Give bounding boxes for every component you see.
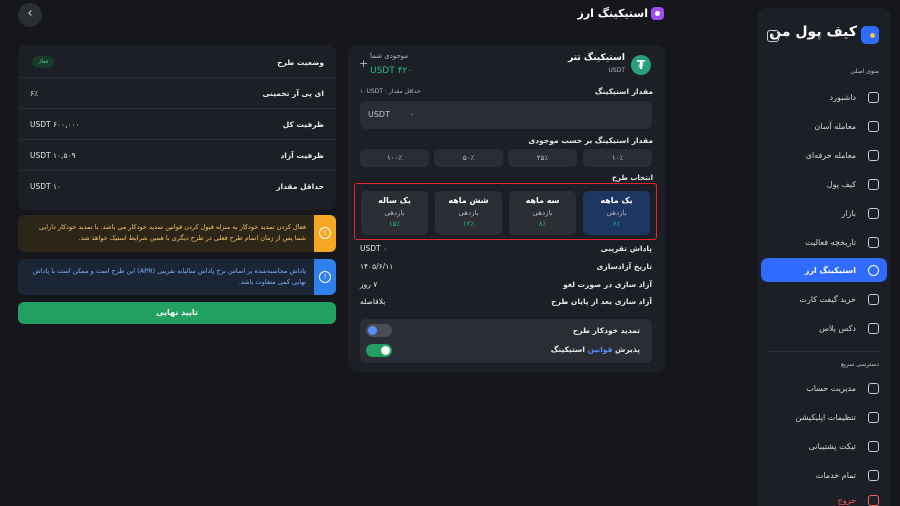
sidebar-item-logout[interactable]: خروج <box>761 488 887 506</box>
support-ticket-icon <box>868 440 879 452</box>
plan-one-year[interactable]: یک ساله بازدهی ۱۵٪ <box>361 191 428 235</box>
add-balance-button[interactable]: + <box>359 57 368 70</box>
sidebar-collapse-button[interactable]: › <box>767 30 779 42</box>
amount-label: مقدار استیکینگ <box>594 87 653 96</box>
plan-six-month[interactable]: شش ماهه بازدهی ۱۲٪ <box>435 191 502 235</box>
account-icon <box>868 382 879 394</box>
sidebar-item-pro-trade[interactable]: معامله حرفه‌ای <box>761 143 887 167</box>
services-icon <box>868 469 879 481</box>
quick-access-label: دسترسی سریع <box>841 361 879 368</box>
settings-icon <box>868 411 879 423</box>
back-button[interactable]: ‹ <box>18 3 42 27</box>
percent-50-button[interactable]: ۵۰٪ <box>434 149 503 167</box>
summary-row-apr: ای پی آر تخمینی ۶٪ <box>18 78 336 109</box>
plan-three-month[interactable]: سه ماهه بازدهی ۸٪ <box>509 191 576 235</box>
balance-label: موجودی شما <box>370 52 409 60</box>
percent-100-button[interactable]: ۱۰۰٪ <box>360 149 429 167</box>
gift-card-icon <box>868 293 879 305</box>
info-text: پاداش محاسبه‌شده بر اساس نرخ پاداش سالیا… <box>32 267 306 286</box>
summary-row-free-capacity: ظرفیت آزاد ۱۰,۵۰۹ USDT <box>18 140 336 171</box>
plan-one-month[interactable]: یک ماهه بازدهی ۶٪ <box>583 191 650 235</box>
info-row-release-date: تاریخ آزادسازی ۱۴۰۵/۶/۱۱ <box>360 262 652 271</box>
dashboard-icon <box>868 91 879 103</box>
percent-25-button[interactable]: ۲۵٪ <box>508 149 577 167</box>
info-strip: ! <box>314 259 336 295</box>
plan-summary-panel: وضعیت طرح فعال ای پی آر تخمینی ۶٪ ظرفیت … <box>18 45 336 210</box>
auto-renew-warning: ! فعال کردن تمدید خودکار به منزله قبول ک… <box>18 215 336 252</box>
percent-10-button[interactable]: ۱۰٪ <box>583 149 652 167</box>
sidebar-item-support[interactable]: تیکت پشتیبانی <box>761 434 887 458</box>
sidebar-item-account[interactable]: مدیریت حساب <box>761 376 887 400</box>
easy-trade-icon <box>868 120 879 132</box>
rules-link[interactable]: قوانین <box>588 345 613 354</box>
auto-renew-toggle[interactable] <box>366 324 392 337</box>
tether-icon: ₮ <box>631 55 651 75</box>
confirm-button[interactable]: تایید نهایی <box>18 302 336 324</box>
balance-value: ۴۲۰ USDT <box>370 66 413 76</box>
main-menu-label: منوی اصلی <box>850 68 879 75</box>
staking-title-icon <box>651 7 664 20</box>
coin-name: استیکینگ تتر <box>568 53 625 63</box>
sidebar-item-easy-trade[interactable]: معامله آسان <box>761 114 887 138</box>
status-badge: فعال <box>32 56 54 68</box>
summary-row-min-amount: حداقل مقدار ۱۰ USDT <box>30 182 324 191</box>
sidebar-item-staking[interactable]: استیکینگ ارز <box>761 258 887 282</box>
staking-icon <box>868 264 879 276</box>
logout-icon <box>868 494 879 506</box>
staking-form-panel: ₮ استیکینگ تتر USDT موجودی شما ۴۲۰ USDT … <box>348 45 665 372</box>
info-row-end-release: آزاد سازی بعد از پایان طرح بلافاصله <box>360 297 652 306</box>
info-row-cancel-release: آزاد سازی در صورت لغو ۷ روز <box>360 280 652 289</box>
sidebar-item-settings[interactable]: تنظیمات اپلیکیشن <box>761 405 887 429</box>
sidebar-item-market[interactable]: بازار <box>761 201 887 225</box>
toggle-knob <box>368 326 377 335</box>
market-icon <box>868 207 879 219</box>
dex-plus-icon <box>868 322 879 334</box>
coin-symbol: USDT <box>608 67 626 74</box>
accept-rules-label: پذیرش قوانین استیکینگ <box>550 345 640 354</box>
history-icon <box>868 236 879 248</box>
summary-row-total-capacity: ظرفیت کل ۶۰۰,۰۰۰ USDT <box>18 109 336 140</box>
wallet-icon <box>868 178 879 190</box>
sidebar-item-gift-card[interactable]: خرید گیفت کارت <box>761 287 887 311</box>
options-box: تمدید خودکار طرح پذیرش قوانین استیکینگ <box>360 319 652 363</box>
amount-input[interactable]: USDT ۰ <box>360 101 652 129</box>
plan-label: انتخاب طرح <box>611 174 653 182</box>
info-row-reward: پاداش تقریبی ۰ USDT <box>360 244 652 253</box>
sidebar-item-dex-plus[interactable]: دکس پلاس <box>761 316 887 340</box>
sidebar-item-dashboard[interactable]: داشبورد <box>761 85 887 109</box>
sidebar: کیف پول من › منوی اصلی داشبورد معامله آس… <box>757 8 891 506</box>
sidebar-divider <box>767 351 881 352</box>
info-icon: ! <box>319 271 331 283</box>
reward-info-alert: ! پاداش محاسبه‌شده بر اساس نرخ پاداش سال… <box>18 259 336 295</box>
sidebar-item-wallet[interactable]: کیف پول <box>761 172 887 196</box>
page-title: استیکینگ ارز <box>577 7 648 20</box>
sidebar-item-services[interactable]: تمام خدمات <box>761 463 887 487</box>
accept-rules-toggle[interactable] <box>366 344 392 357</box>
sidebar-item-history[interactable]: تاریخچه فعالیت <box>761 230 887 254</box>
logo-text: کیف پول من <box>769 24 857 40</box>
toggle-knob <box>381 346 390 355</box>
percent-label: مقدار استیکینگ بر حسب موجودی <box>528 136 653 145</box>
input-value: ۰ <box>410 110 415 119</box>
warning-icon: ! <box>319 227 331 239</box>
warning-text: فعال کردن تمدید خودکار به منزله قبول کرد… <box>39 223 306 242</box>
input-unit: USDT <box>368 110 390 119</box>
logo-icon <box>861 26 879 44</box>
min-amount: حداقل مقدار : ۱۰USDT <box>360 88 421 95</box>
warning-strip: ! <box>314 215 336 252</box>
summary-row-status: وضعیت طرح فعال <box>18 47 336 78</box>
pro-trade-icon <box>868 149 879 161</box>
auto-renew-label: تمدید خودکار طرح <box>572 326 640 335</box>
